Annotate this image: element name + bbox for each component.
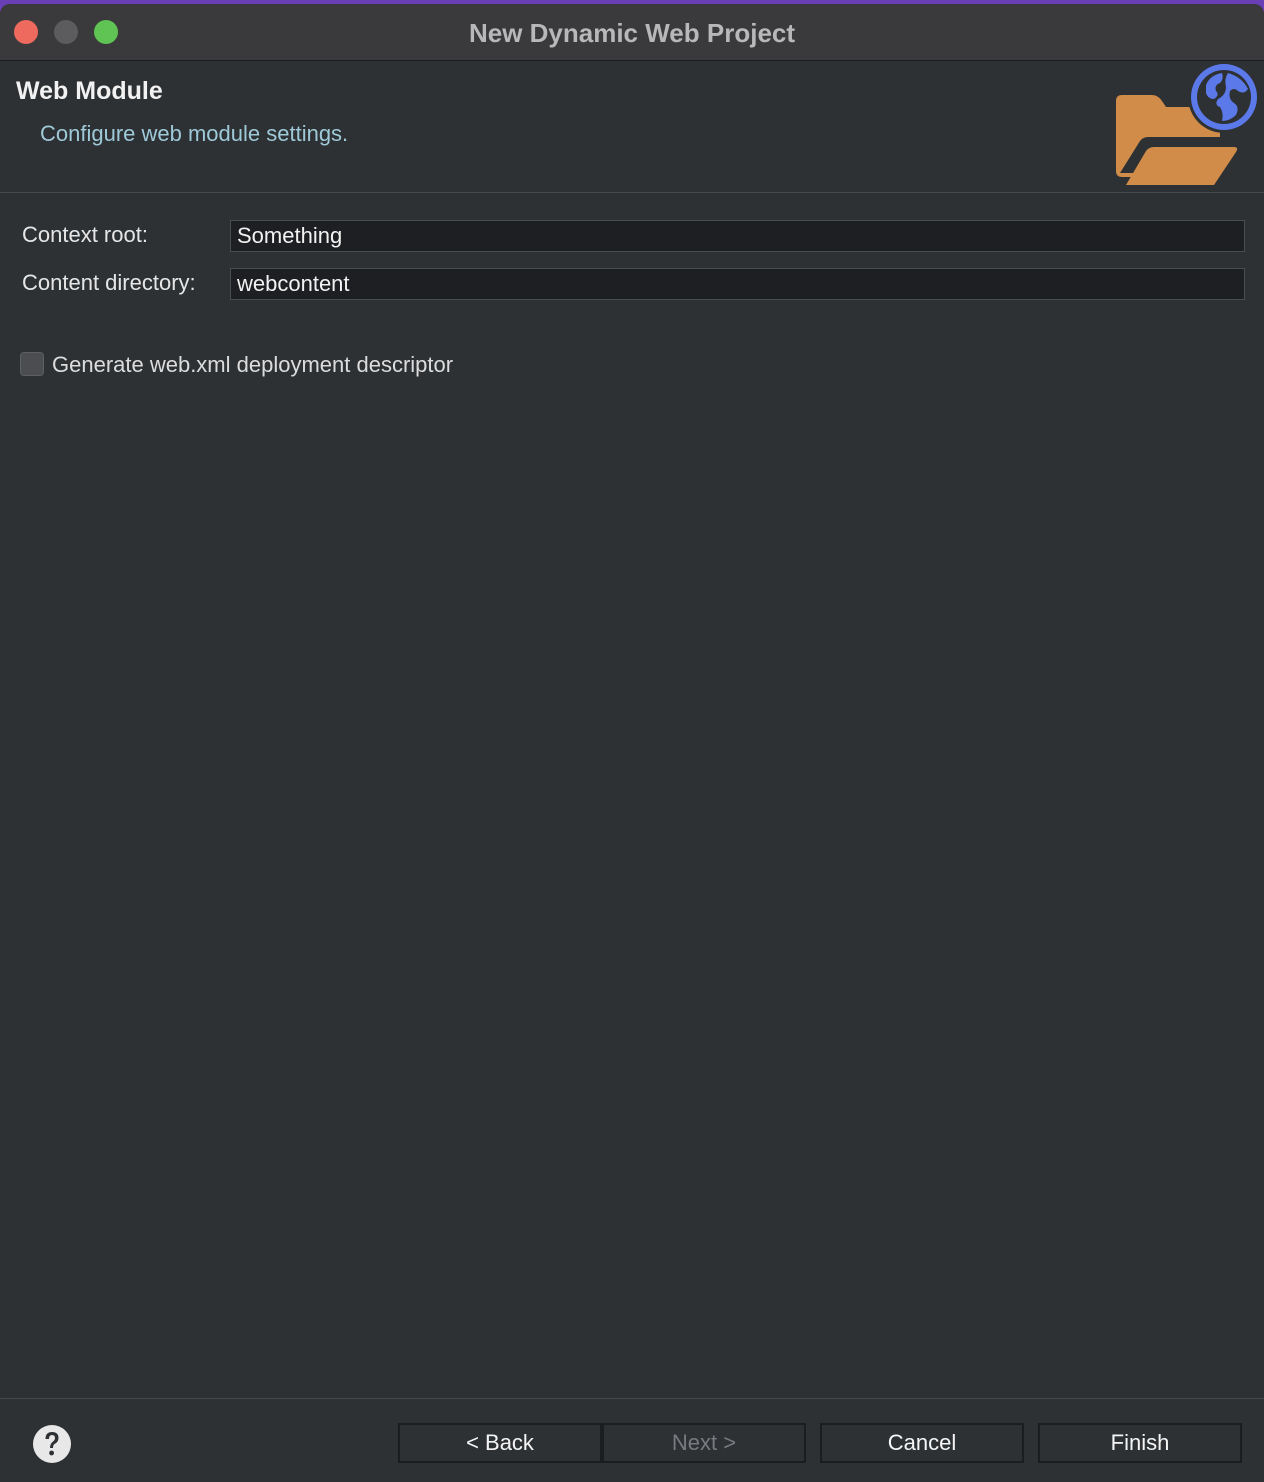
- title-bar[interactable]: New Dynamic Web Project: [0, 4, 1264, 61]
- help-icon[interactable]: [32, 1424, 72, 1464]
- content-directory-input[interactable]: [230, 268, 1245, 300]
- page-title: Web Module: [16, 77, 163, 105]
- finish-button[interactable]: Finish: [1038, 1423, 1242, 1463]
- back-button[interactable]: < Back: [398, 1423, 602, 1463]
- footer-divider: [0, 1398, 1264, 1399]
- content-directory-label: Content directory:: [22, 270, 196, 295]
- wizard-header: Web Module Configure web module settings…: [0, 61, 1264, 193]
- dialog-window: New Dynamic Web Project Web Module Confi…: [0, 4, 1264, 1482]
- page-description: Configure web module settings.: [40, 121, 349, 146]
- context-root-input[interactable]: [230, 220, 1245, 252]
- cancel-button[interactable]: Cancel: [820, 1423, 1024, 1463]
- generate-web-xml-checkbox[interactable]: [20, 352, 44, 376]
- generate-web-xml-label[interactable]: Generate web.xml deployment descriptor: [52, 352, 453, 378]
- web-project-folder-globe-icon: [1116, 61, 1260, 185]
- next-button[interactable]: Next >: [602, 1423, 806, 1463]
- window-title: New Dynamic Web Project: [468, 18, 796, 48]
- context-root-label: Context root:: [22, 222, 148, 247]
